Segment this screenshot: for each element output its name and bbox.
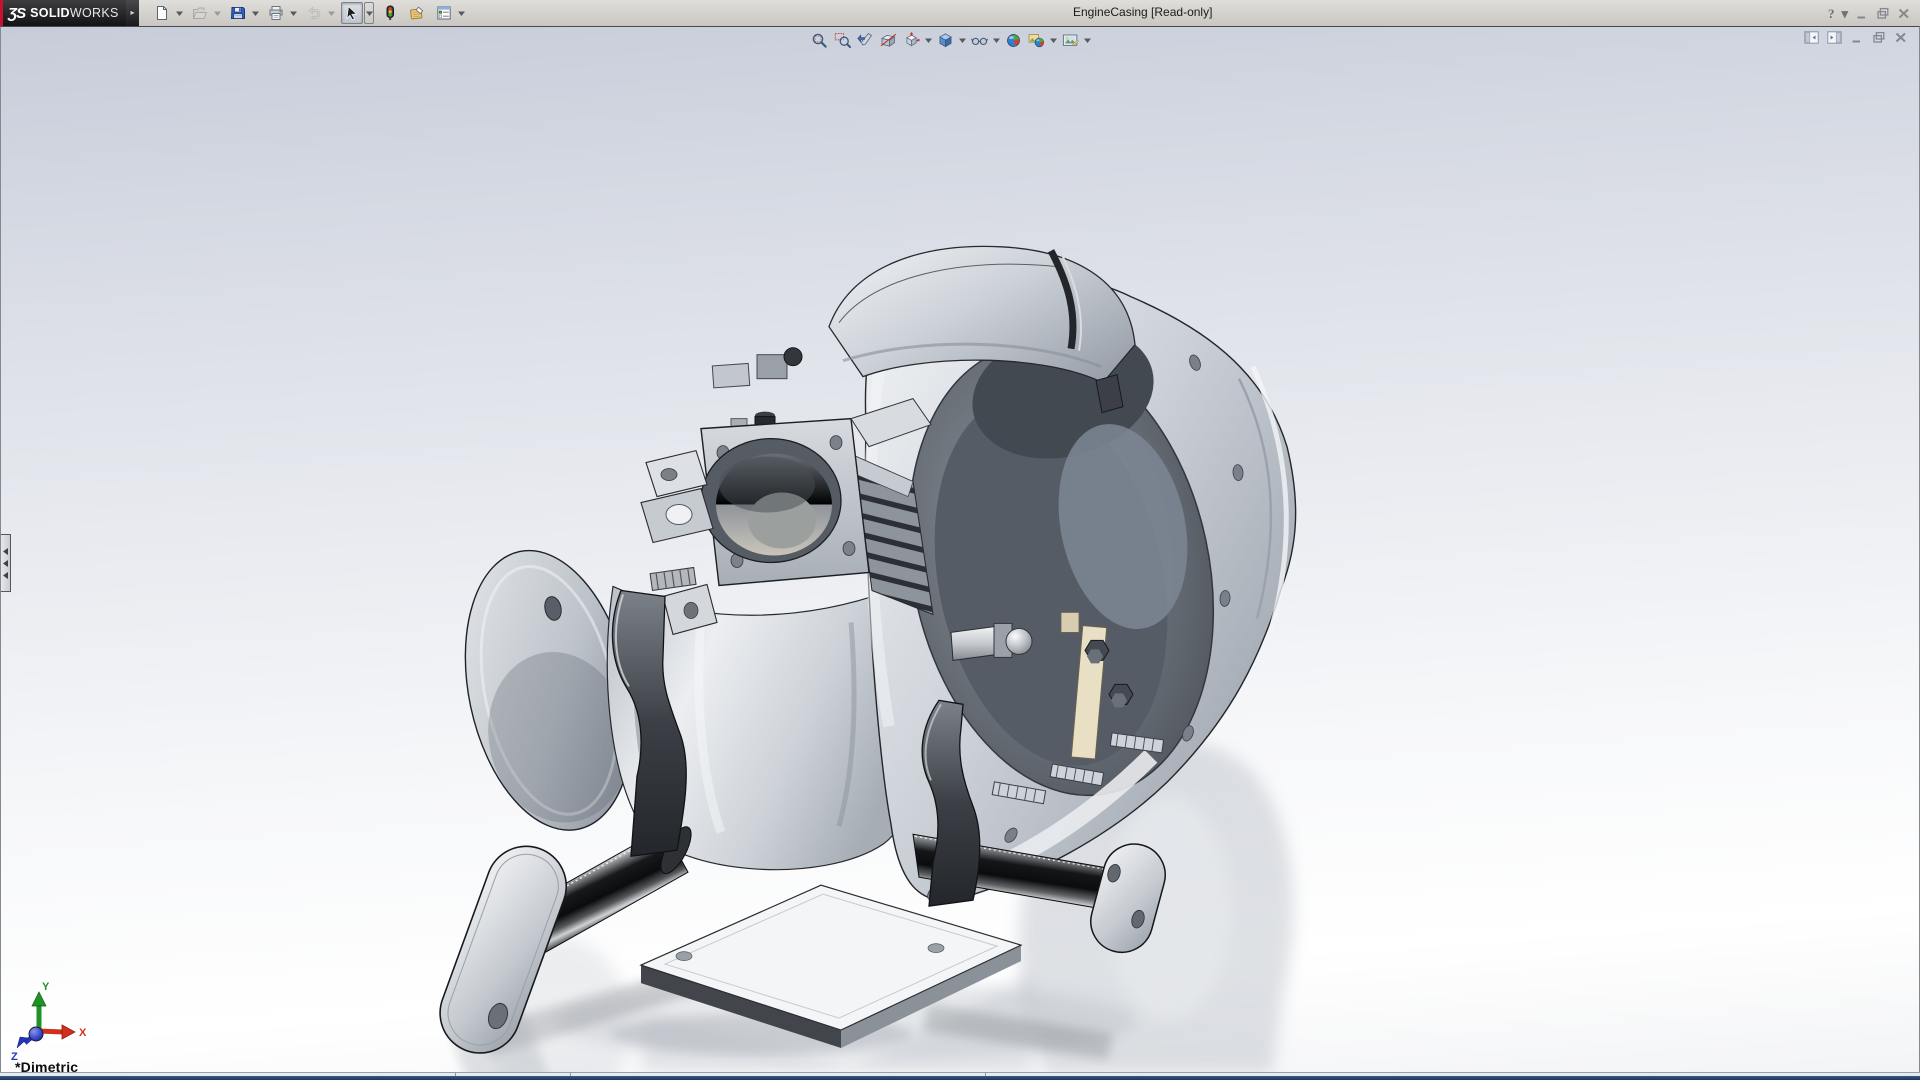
- document-window-controls: [1804, 31, 1908, 44]
- minimize-button[interactable]: [1855, 7, 1869, 20]
- select-button[interactable]: [341, 2, 363, 24]
- graphics-area[interactable]: Y X Z *Dimetric: [0, 26, 1920, 1075]
- select-dropdown-arrow[interactable]: [364, 2, 374, 24]
- view-cube-icon: [903, 31, 920, 49]
- open-dropdown-arrow[interactable]: [212, 2, 222, 24]
- ball-icon: [1005, 32, 1022, 49]
- help-menu-button[interactable]: ▾: [1841, 7, 1848, 20]
- undo-icon: [306, 5, 322, 21]
- new-document-button[interactable]: [151, 2, 173, 24]
- solidworks-logo: ƷS SOLIDWORKS: [0, 0, 126, 26]
- section-view-icon: [880, 32, 897, 49]
- close-icon: [1894, 31, 1908, 44]
- new-document-icon: [154, 5, 170, 21]
- restore-button[interactable]: [1876, 7, 1890, 20]
- new-document-dropdown-arrow[interactable]: [174, 2, 184, 24]
- brand-red-strip: [0, 0, 3, 26]
- pane-right-icon: [1827, 31, 1842, 44]
- options-icon: [436, 5, 452, 21]
- help-menu-icon: ▾: [1841, 5, 1848, 21]
- doc-close-button[interactable]: [1894, 31, 1908, 44]
- view-settings-icon: [1062, 32, 1079, 49]
- title-bar: ƷS SOLIDWORKS ▸ EngineCasing [Read-only]…: [0, 0, 1920, 26]
- select-icon: [344, 5, 360, 21]
- standard-toolbar: [146, 2, 466, 24]
- hide-show-items-button[interactable]: [968, 29, 990, 51]
- triad-x-label: X: [79, 1027, 87, 1039]
- close-button[interactable]: [1897, 7, 1911, 20]
- glasses-icon: [970, 32, 988, 49]
- zoom-fit-icon: [811, 32, 828, 49]
- view-orientation-button[interactable]: [900, 29, 922, 51]
- zoom-area-icon: [834, 32, 851, 49]
- apply-scene-button[interactable]: [1025, 29, 1047, 51]
- appearance-icon: [409, 5, 425, 21]
- chevron-left-icon: [3, 571, 8, 579]
- rebuild-button[interactable]: [379, 2, 401, 24]
- window-title: EngineCasing [Read-only]: [1073, 5, 1213, 19]
- solidworks-wordmark: SOLIDWORKS: [30, 6, 119, 20]
- save-icon: [230, 5, 246, 21]
- close-icon: [1897, 7, 1911, 20]
- apply-scene-dropdown-arrow[interactable]: [1048, 29, 1058, 51]
- view-settings-button[interactable]: [1059, 29, 1081, 51]
- featuremanager-collapsed-tab[interactable]: [1, 534, 11, 592]
- 3d-scene[interactable]: [1, 27, 1919, 1073]
- display-style-icon: [937, 32, 954, 49]
- open-icon: [192, 5, 208, 21]
- ds-logo-mark: ƷS: [8, 4, 26, 22]
- print-dropdown-arrow[interactable]: [288, 2, 298, 24]
- view-settings-dropdown-arrow[interactable]: [1082, 29, 1092, 51]
- status-bar-fill: [0, 1076, 1920, 1080]
- edit-appearance-button[interactable]: [1002, 29, 1024, 51]
- status-bar: [0, 1072, 1920, 1080]
- help-button[interactable]: ?: [1828, 7, 1835, 20]
- orientation-triad: Y X Z: [11, 981, 87, 1063]
- solidworks-window: ƷS SOLIDWORKS ▸ EngineCasing [Read-only]…: [0, 0, 1920, 1080]
- zoom-to-area-button[interactable]: [831, 29, 853, 51]
- show-left-pane-button[interactable]: [1804, 31, 1819, 44]
- previous-view-icon: [856, 32, 874, 49]
- hide-show-items-dropdown-arrow[interactable]: [991, 29, 1001, 51]
- save-dropdown-arrow[interactable]: [250, 2, 260, 24]
- pane-left-icon: [1804, 31, 1819, 44]
- print-button[interactable]: [265, 2, 287, 24]
- minimize-icon: [1855, 7, 1869, 20]
- minimize-icon: [1850, 31, 1864, 44]
- open-button[interactable]: [189, 2, 211, 24]
- options-button[interactable]: [433, 2, 455, 24]
- undo-button[interactable]: [303, 2, 325, 24]
- options-dropdown-arrow[interactable]: [456, 2, 466, 24]
- show-right-pane-button[interactable]: [1827, 31, 1842, 44]
- doc-minimize-button[interactable]: [1850, 31, 1864, 44]
- heads-up-view-toolbar: [807, 29, 1092, 51]
- rebuild-icon: [382, 5, 398, 21]
- edit-color-button[interactable]: [406, 2, 428, 24]
- help-icon: ?: [1827, 5, 1835, 21]
- window-controls: ? ▾: [1828, 0, 1911, 26]
- menu-expand-arrow[interactable]: ▸: [126, 0, 139, 26]
- chevron-left-icon: [3, 559, 8, 567]
- scene-icon: [1028, 32, 1045, 49]
- undo-dropdown-arrow[interactable]: [326, 2, 336, 24]
- print-icon: [268, 5, 284, 21]
- save-button[interactable]: [227, 2, 249, 24]
- section-view-button[interactable]: [877, 29, 899, 51]
- restore-icon: [1872, 31, 1886, 44]
- previous-view-button[interactable]: [854, 29, 876, 51]
- triad-y-label: Y: [42, 981, 50, 993]
- display-style-button[interactable]: [934, 29, 956, 51]
- display-style-dropdown-arrow[interactable]: [957, 29, 967, 51]
- restore-icon: [1876, 7, 1890, 20]
- chevron-left-icon: [3, 547, 8, 555]
- doc-restore-button[interactable]: [1872, 31, 1886, 44]
- view-orientation-dropdown-arrow[interactable]: [923, 29, 933, 51]
- zoom-to-fit-button[interactable]: [808, 29, 830, 51]
